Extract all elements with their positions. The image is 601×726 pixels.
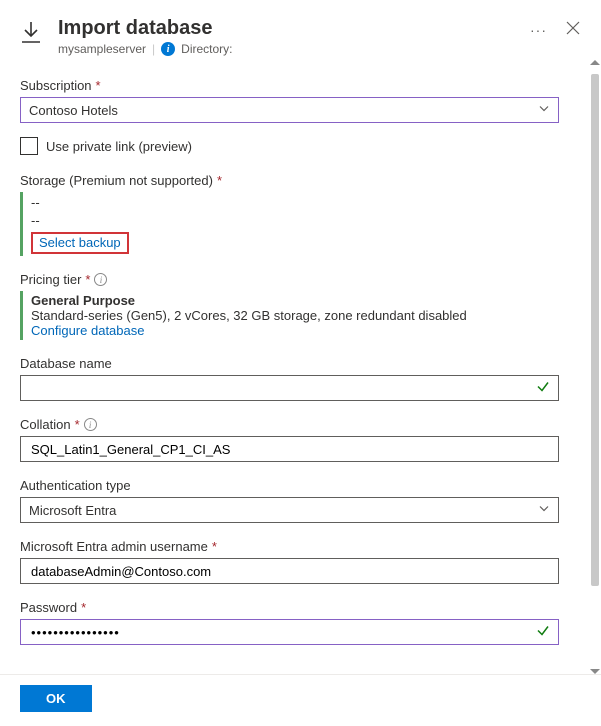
private-link-label: Use private link (preview) [46,139,192,154]
page-title: Import database [58,16,522,40]
info-icon: i [161,42,175,56]
authtype-label: Authentication type [20,478,131,493]
select-backup-link[interactable]: Select backup [39,235,121,250]
pricing-title: General Purpose [31,293,559,308]
dbname-input[interactable] [29,380,550,397]
chevron-down-icon [538,103,550,118]
select-backup-highlight: Select backup [31,232,129,254]
private-link-checkbox[interactable]: Use private link (preview) [20,137,559,155]
dbname-label: Database name [20,356,112,371]
authtype-select[interactable]: Microsoft Entra [20,497,559,523]
more-button[interactable]: ··· [522,16,555,38]
subscription-value: Contoso Hotels [29,103,118,118]
info-icon[interactable]: i [94,273,107,286]
admin-input-wrap[interactable] [20,558,559,584]
subscription-select[interactable]: Contoso Hotels [20,97,559,123]
close-button[interactable] [555,16,581,39]
pricing-block: General Purpose Standard-series (Gen5), … [20,291,559,340]
storage-line2: -- [31,212,559,230]
server-name: mysampleserver [58,42,146,56]
check-icon [536,380,550,397]
import-icon [20,16,48,49]
password-input-wrap[interactable] [20,619,559,645]
directory-label: Directory: [181,42,232,56]
authtype-value: Microsoft Entra [29,503,116,518]
scrollbar[interactable] [591,66,599,668]
pricing-label: Pricing tier [20,272,81,287]
password-input[interactable] [29,624,550,641]
storage-block: -- -- Select backup [20,192,559,256]
configure-database-link[interactable]: Configure database [31,323,559,338]
password-label: Password [20,600,77,615]
subscription-label: Subscription [20,78,92,93]
storage-label: Storage (Premium not supported) [20,173,213,188]
info-icon[interactable]: i [84,418,97,431]
check-icon [536,624,550,641]
dbname-input-wrap[interactable] [20,375,559,401]
admin-input[interactable] [29,563,550,580]
scrollbar-thumb[interactable] [591,74,599,586]
collation-input-wrap[interactable] [20,436,559,462]
storage-line1: -- [31,194,559,212]
admin-label: Microsoft Entra admin username [20,539,208,554]
checkbox-box [20,137,38,155]
pricing-desc: Standard-series (Gen5), 2 vCores, 32 GB … [31,308,559,323]
collation-input[interactable] [29,441,550,458]
collation-label: Collation [20,417,71,432]
chevron-down-icon [538,503,550,518]
ok-button[interactable]: OK [20,685,92,712]
